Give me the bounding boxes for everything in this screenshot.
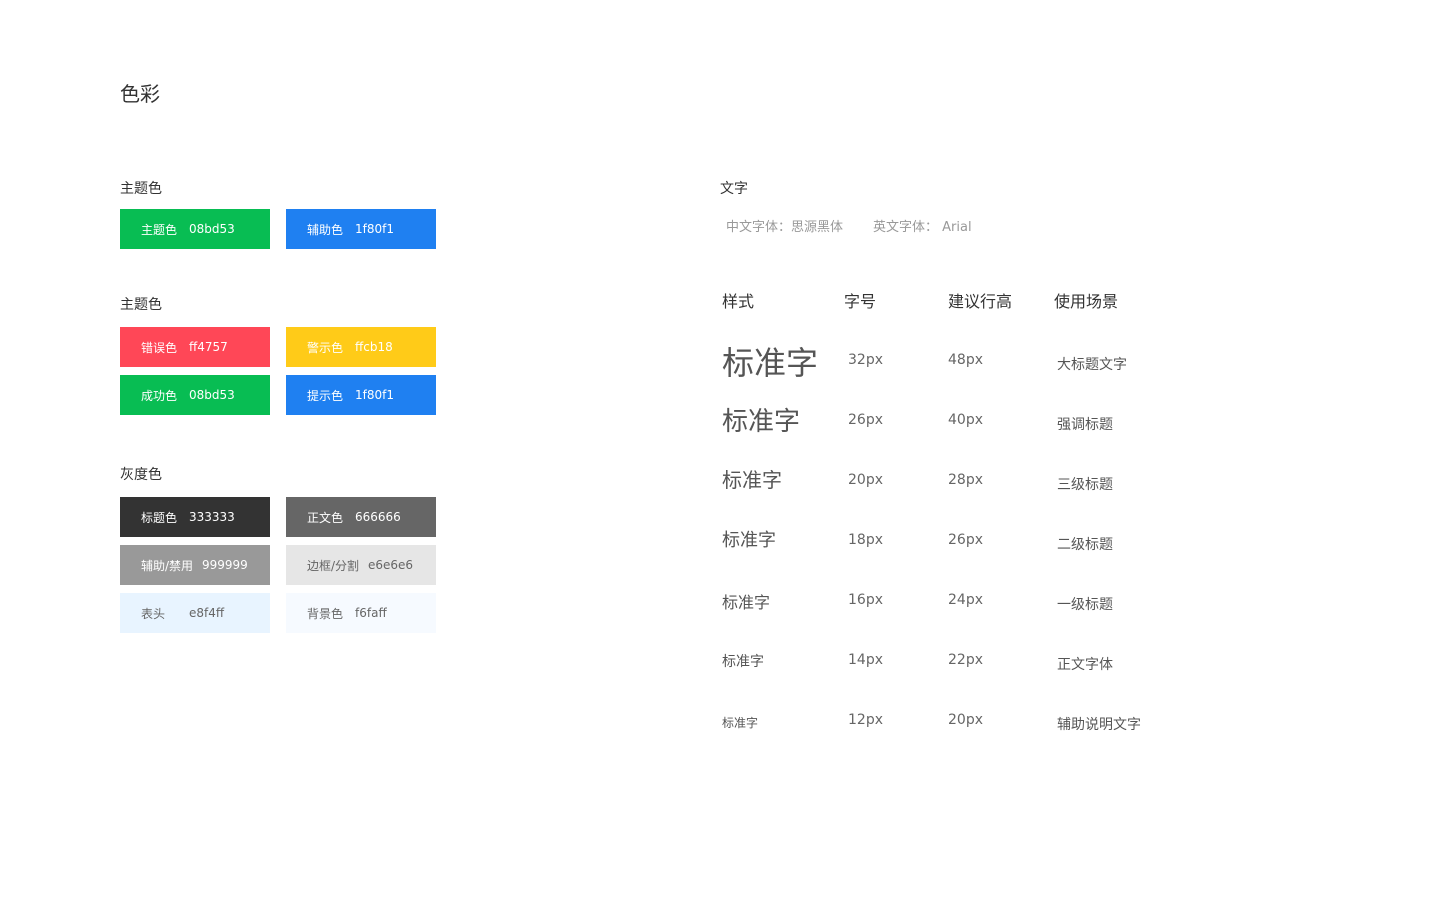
type-usage: 正文字体 [1057,657,1113,673]
typography-title: 文字 [720,181,748,197]
type-sample: 标准字 [722,716,759,730]
swatch-error: 错误色 ff4757 [120,327,270,367]
swatch-name: 提示色 [307,388,344,403]
swatch-disabled-color: 辅助/禁用 999999 [120,545,270,585]
type-usage: 一级标题 [1057,597,1113,613]
swatch-name: 边框/分割 [307,558,360,573]
swatch-hex: 1f80f1 [355,388,394,402]
swatch-hex: 1f80f1 [355,222,394,236]
type-line-height: 40px [948,412,983,428]
header-line-height: 建议行高 [948,292,1013,311]
swatch-hex: 08bd53 [189,388,235,402]
type-sample: 标准字 [722,593,771,612]
type-size: 26px [848,412,883,428]
swatch-success: 成功色 08bd53 [120,375,270,415]
swatch-hex: 666666 [355,510,401,524]
type-sample: 标准字 [722,530,776,551]
swatch-body-color: 正文色 666666 [286,497,436,537]
swatch-name: 辅助色 [307,222,344,237]
swatch-hex: e6e6e6 [368,558,414,572]
swatch-name: 成功色 [141,388,178,403]
type-line-height: 24px [948,592,983,608]
type-sample: 标准字 [722,407,801,437]
type-sample: 标准字 [722,344,819,382]
type-usage: 大标题文字 [1057,357,1127,373]
cn-font-label: 中文字体：思源黑体 [726,220,844,235]
swatch-hex: f6faff [355,606,387,620]
type-size: 32px [848,352,883,368]
type-usage: 强调标题 [1057,417,1113,433]
header-usage: 使用场景 [1054,292,1119,311]
type-line-height: 22px [948,652,983,668]
swatch-hex: 333333 [189,510,235,524]
type-sample: 标准字 [722,468,782,492]
type-usage: 三级标题 [1057,477,1113,493]
swatch-hex: 999999 [202,558,248,572]
type-line-height: 28px [948,472,983,488]
swatch-border-color: 边框/分割 e6e6e6 [286,545,436,585]
swatch-table-header-color: 表头 e8f4ff [120,593,270,633]
type-line-height: 26px [948,532,983,548]
type-usage: 二级标题 [1057,537,1113,553]
swatch-warning: 警示色 ffcb18 [286,327,436,367]
en-font-label: 英文字体： Arial [873,220,972,235]
page-title: 色彩 [120,82,160,106]
swatch-background-color: 背景色 f6faff [286,593,436,633]
swatch-title-color: 标题色 333333 [120,497,270,537]
swatch-name: 辅助/禁用 [141,558,194,573]
swatch-hex: ffcb18 [355,340,393,354]
design-spec-page: 色彩 主题色 主题色 08bd53 辅助色 1f80f1 主题色 错误色 ff4… [0,0,1440,900]
swatch-secondary: 辅助色 1f80f1 [286,209,436,249]
type-sample: 标准字 [722,654,764,670]
type-usage: 辅助说明文字 [1057,717,1141,733]
swatch-hex: 08bd53 [189,222,235,236]
section-label-theme: 主题色 [120,181,162,197]
swatch-name: 标题色 [141,510,178,525]
type-size: 20px [848,472,883,488]
header-style: 样式 [722,292,755,311]
swatch-hex: e8f4ff [189,606,225,620]
header-size: 字号 [844,292,877,311]
swatch-name: 警示色 [307,340,344,355]
section-label-status: 主题色 [120,297,162,313]
swatch-hex: ff4757 [189,340,228,354]
swatch-info: 提示色 1f80f1 [286,375,436,415]
type-size: 14px [848,652,883,668]
type-size: 12px [848,712,883,728]
type-line-height: 20px [948,712,983,728]
swatch-name: 表头 [141,606,166,621]
type-size: 18px [848,532,883,548]
swatch-name: 主题色 [141,222,178,237]
swatch-primary: 主题色 08bd53 [120,209,270,249]
type-size: 16px [848,592,883,608]
section-label-gray: 灰度色 [120,467,162,483]
swatch-name: 错误色 [141,340,178,355]
type-line-height: 48px [948,352,983,368]
swatch-name: 背景色 [307,606,344,621]
swatch-name: 正文色 [307,510,344,525]
font-info: 中文字体：思源黑体 英文字体： Arial [726,216,972,235]
